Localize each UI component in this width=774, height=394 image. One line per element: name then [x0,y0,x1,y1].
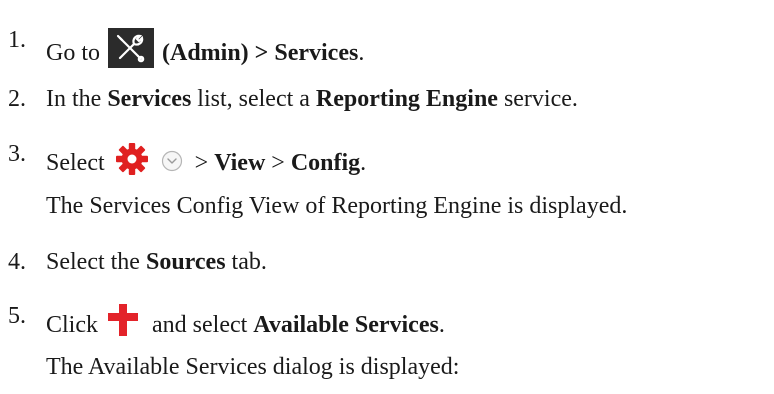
gear-icon [115,142,149,176]
step-3-sep-2: > [271,150,285,176]
step-5-and-select: and select [152,312,248,338]
step-4-tab: tab. [231,249,267,275]
step-1-services: Services [274,40,359,66]
step-text: Go to (Admin) > Services. [46,28,364,68]
step-1-admin-label: (Admin) > [162,40,269,66]
step-3-period: . [360,150,367,176]
step-5-available-services: Available Services [253,312,439,338]
step-3-select: Select [46,150,105,176]
step-3-view: View [214,150,266,176]
step-4-sources: Sources [145,249,226,275]
chevron-down-circle-icon [161,150,183,172]
step-2-list-select: list, select a [197,86,310,112]
step-3-note: The Services Config View of Reporting En… [46,193,628,219]
step-text: Select the Sources tab. [46,250,267,274]
step-number: 2. [8,86,26,112]
step-2-in-the: In the [46,86,102,112]
step-2-reporting-engine: Reporting Engine [315,86,498,112]
step-text: Select > View > Config. [46,142,366,176]
step-5-period: . [438,312,445,338]
plus-icon [108,304,138,336]
step-4-select-the: Select the [46,249,140,275]
step-2-service: service. [503,86,578,112]
step-3-config: Config [290,150,361,176]
step-text: Click and select Available Services. [46,304,445,337]
step-number: 4. [8,249,26,275]
step-5-note: The Available Services dialog is display… [46,354,460,380]
step-number: 3. [8,141,26,167]
step-5-click: Click [46,312,98,338]
step-2-services: Services [107,86,192,112]
step-1-period: . [358,40,365,66]
step-3-sep-1: > [194,150,209,176]
step-number: 1. [8,27,26,53]
admin-tools-icon [108,28,154,68]
step-number: 5. [8,303,26,329]
step-text: In the Services list, select a Reporting… [46,87,578,111]
step-1-go-to: Go to [46,40,100,66]
